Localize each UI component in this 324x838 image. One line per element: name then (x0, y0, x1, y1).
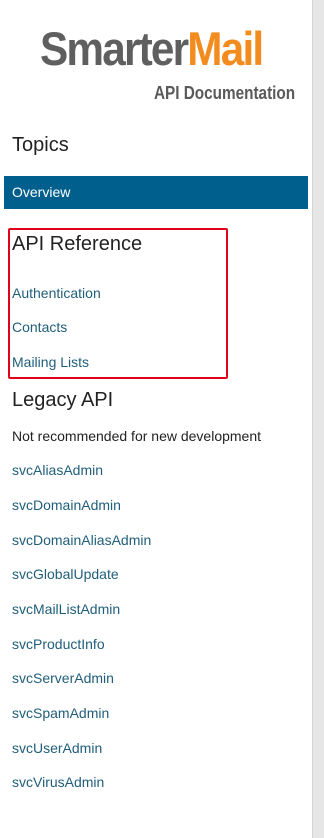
nav-link-svcproductinfo[interactable]: svcProductInfo (12, 635, 105, 653)
legacy-api-note: Not recommended for new development (12, 428, 262, 444)
nav-link-svcdomainadmin[interactable]: svcDomainAdmin (12, 496, 121, 514)
nav-link-svcserveradmin[interactable]: svcServerAdmin (12, 669, 114, 687)
logo-brand-smarter: Smarter (40, 22, 189, 75)
sidebar-page: SmarterMail API Documentation Topics Ove… (0, 0, 324, 838)
content-pane-edge (312, 0, 324, 838)
logo-subtitle: API Documentation (154, 83, 296, 103)
nav-link-authentication[interactable]: Authentication (12, 284, 101, 302)
logo-brand-mail: Mail (187, 22, 264, 75)
nav-link-svcmaillistadmin[interactable]: svcMailListAdmin (12, 600, 120, 618)
nav-link-svcspamadmin[interactable]: svcSpamAdmin (12, 704, 109, 722)
nav-link-mailing-lists[interactable]: Mailing Lists (12, 353, 89, 371)
nav-link-contacts[interactable]: Contacts (12, 318, 67, 336)
nav-link-svcglobalupdate[interactable]: svcGlobalUpdate (12, 565, 119, 583)
smartermail-logo[interactable]: SmarterMail API Documentation (40, 20, 295, 106)
api-reference-heading: API Reference (12, 233, 143, 255)
nav-item-overview[interactable]: Overview (4, 176, 308, 209)
nav-link-svcdomainaliasadmin[interactable]: svcDomainAliasAdmin (12, 531, 151, 549)
nav-link-svcvirusadmin[interactable]: svcVirusAdmin (12, 773, 104, 791)
nav-link-svcuseradmin[interactable]: svcUserAdmin (12, 739, 102, 757)
nav-link-svcaliasadmin[interactable]: svcAliasAdmin (12, 461, 103, 479)
legacy-api-heading: Legacy API (12, 389, 114, 411)
topics-heading: Topics (12, 134, 69, 156)
logo-wordmark: SmarterMail (40, 20, 264, 78)
